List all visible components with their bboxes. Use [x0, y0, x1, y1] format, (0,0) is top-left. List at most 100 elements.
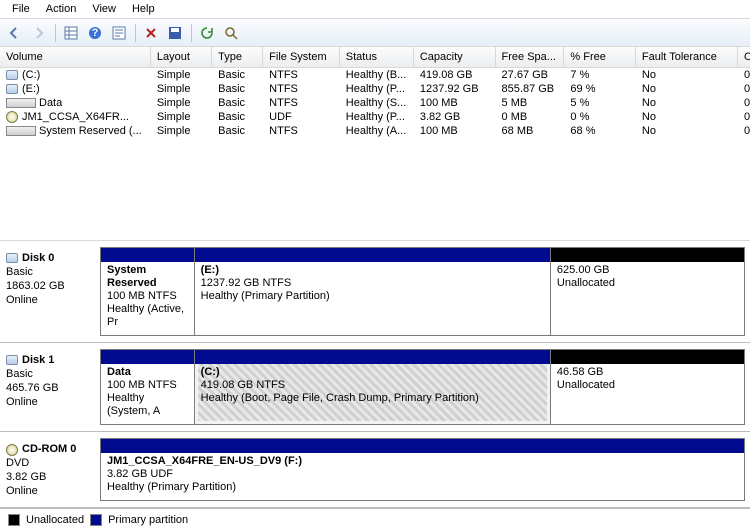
- partition-title: System Reserved: [107, 264, 188, 290]
- partition-stripe: [195, 248, 550, 262]
- cell: Healthy (P...: [340, 82, 414, 96]
- forward-button[interactable]: [28, 22, 50, 44]
- cell: 100 MB: [414, 124, 496, 138]
- cell: 855.87 GB: [496, 82, 565, 96]
- partition-stripe: [551, 350, 744, 364]
- cell: Healthy (A...: [340, 124, 414, 138]
- save-button[interactable]: [164, 22, 186, 44]
- table-row[interactable]: System Reserved (...SimpleBasicNTFSHealt…: [0, 124, 750, 138]
- disk-row[interactable]: Disk 1 Basic 465.76 GB Online Data 100 M…: [0, 343, 750, 432]
- partition-body: 625.00 GB Unallocated: [551, 262, 744, 296]
- partition-sub: 3.82 GB UDF: [107, 468, 738, 481]
- disk-type: Basic: [6, 265, 94, 279]
- disk-row[interactable]: Disk 0 Basic 1863.02 GB Online System Re…: [0, 241, 750, 343]
- table-row[interactable]: (C:)SimpleBasicNTFSHealthy (B...419.08 G…: [0, 68, 750, 82]
- cell: NTFS: [263, 96, 340, 110]
- partition-sub: 100 MB NTFS: [107, 379, 188, 392]
- cell: UDF: [263, 110, 340, 124]
- col-fs[interactable]: File System: [263, 47, 340, 68]
- cell: NTFS: [263, 124, 340, 138]
- partition-sub: 100 MB NTFS: [107, 290, 188, 303]
- help-button[interactable]: ?: [84, 22, 106, 44]
- partition[interactable]: 625.00 GB Unallocated: [550, 247, 745, 336]
- cell: 68 MB: [496, 124, 565, 138]
- cell: No: [636, 68, 738, 82]
- partition-sub: 46.58 GB: [557, 366, 738, 379]
- partition[interactable]: (C:) 419.08 GB NTFS Healthy (Boot, Page …: [194, 349, 551, 425]
- disk-icon: [6, 355, 18, 365]
- menu-help[interactable]: Help: [124, 1, 163, 17]
- cell: Healthy (P...: [340, 110, 414, 124]
- refresh-button[interactable]: [196, 22, 218, 44]
- partition-body: Data 100 MB NTFS Healthy (System, A: [101, 364, 194, 424]
- col-fault[interactable]: Fault Tolerance: [636, 47, 738, 68]
- partition-status: Healthy (Active, Pr: [107, 303, 188, 329]
- toolbar: ?: [0, 19, 750, 47]
- partition[interactable]: System Reserved 100 MB NTFS Healthy (Act…: [100, 247, 195, 336]
- partition-body: JM1_CCSA_X64FRE_EN-US_DV9 (F:) 3.82 GB U…: [101, 453, 744, 500]
- partition-container: Data 100 MB NTFS Healthy (System, A (C:)…: [100, 349, 744, 425]
- table-row[interactable]: (E:)SimpleBasicNTFSHealthy (P...1237.92 …: [0, 82, 750, 96]
- search-button[interactable]: [220, 22, 242, 44]
- cell: 0 MB: [496, 110, 565, 124]
- menu-action[interactable]: Action: [38, 1, 85, 17]
- properties-button[interactable]: [108, 22, 130, 44]
- partition[interactable]: (E:) 1237.92 GB NTFS Healthy (Primary Pa…: [194, 247, 551, 336]
- cell: 5 %: [564, 96, 635, 110]
- toolbar-separator: [188, 22, 194, 44]
- cell: Basic: [212, 82, 263, 96]
- col-free[interactable]: Free Spa...: [496, 47, 565, 68]
- cell: Simple: [151, 68, 212, 82]
- delete-button[interactable]: [140, 22, 162, 44]
- volume-table-wrap: Volume Layout Type File System Status Ca…: [0, 47, 750, 138]
- col-pctfree[interactable]: % Free: [564, 47, 635, 68]
- partition[interactable]: 46.58 GB Unallocated: [550, 349, 745, 425]
- menu-view[interactable]: View: [84, 1, 124, 17]
- col-volume[interactable]: Volume: [0, 47, 151, 68]
- partition[interactable]: Data 100 MB NTFS Healthy (System, A: [100, 349, 195, 425]
- table-view-button[interactable]: [60, 22, 82, 44]
- col-overhead[interactable]: Overhead: [738, 47, 750, 68]
- partition-status: Healthy (Boot, Page File, Crash Dump, Pr…: [201, 392, 544, 405]
- col-capacity[interactable]: Capacity: [414, 47, 496, 68]
- legend-swatch-primary: [90, 514, 102, 526]
- disk-name: Disk 1: [6, 353, 94, 367]
- toolbar-separator: [132, 22, 138, 44]
- table-header-row[interactable]: Volume Layout Type File System Status Ca…: [0, 47, 750, 68]
- partition-status: Unallocated: [557, 277, 738, 290]
- toolbar-separator: [52, 22, 58, 44]
- disk-size: 1863.02 GB: [6, 279, 94, 293]
- partition-title: Data: [107, 366, 188, 379]
- cell: Basic: [212, 96, 263, 110]
- partition[interactable]: JM1_CCSA_X64FRE_EN-US_DV9 (F:) 3.82 GB U…: [100, 438, 745, 501]
- table-row[interactable]: DataSimpleBasicNTFSHealthy (S...100 MB5 …: [0, 96, 750, 110]
- cell: Basic: [212, 124, 263, 138]
- col-layout[interactable]: Layout: [151, 47, 212, 68]
- cell: 0%: [738, 96, 750, 110]
- back-button[interactable]: [4, 22, 26, 44]
- volume-icon: [6, 84, 18, 94]
- volume-table[interactable]: Volume Layout Type File System Status Ca…: [0, 47, 750, 138]
- col-type[interactable]: Type: [212, 47, 263, 68]
- disk-row[interactable]: CD-ROM 0 DVD 3.82 GB Online JM1_CCSA_X64…: [0, 432, 750, 508]
- cell: Healthy (B...: [340, 68, 414, 82]
- partition-status: Healthy (Primary Partition): [201, 290, 544, 303]
- volume-icon: [6, 70, 18, 80]
- partition-stripe: [101, 350, 194, 364]
- disk-icon: [6, 253, 18, 263]
- partition-body: (C:) 419.08 GB NTFS Healthy (Boot, Page …: [195, 364, 550, 411]
- menu-file[interactable]: File: [4, 1, 38, 17]
- volume-name: (E:): [22, 83, 40, 95]
- cell: 0%: [738, 82, 750, 96]
- table-row[interactable]: JM1_CCSA_X64FR...SimpleBasicUDFHealthy (…: [0, 110, 750, 124]
- cell: Simple: [151, 82, 212, 96]
- partition-body: System Reserved 100 MB NTFS Healthy (Act…: [101, 262, 194, 335]
- cell: 0 %: [564, 110, 635, 124]
- cell: 27.67 GB: [496, 68, 565, 82]
- cell: 3.82 GB: [414, 110, 496, 124]
- volume-name: Data: [39, 97, 62, 109]
- partition-body: 46.58 GB Unallocated: [551, 364, 744, 398]
- cell: No: [636, 82, 738, 96]
- col-status[interactable]: Status: [340, 47, 414, 68]
- cell: Basic: [212, 68, 263, 82]
